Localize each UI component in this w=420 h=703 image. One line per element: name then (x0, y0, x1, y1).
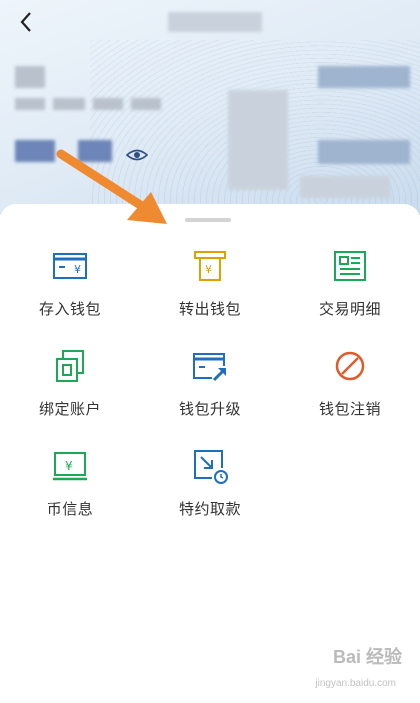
menu-item-label: 币信息 (46, 501, 94, 518)
bind-account-icon (56, 350, 84, 382)
menu-item-transactions[interactable]: 交易明细 (280, 244, 420, 344)
card-number-redacted (93, 98, 123, 110)
menu-item-wallet-cancel[interactable]: 钱包注销 (280, 344, 420, 444)
menu-item-currency-info[interactable]: ¥ 币信息 (0, 444, 140, 544)
menu-item-label: 特约取款 (178, 501, 241, 518)
action-grid: ¥ 存入钱包 ¥ 转出钱包 交易明细 绑定账户 钱包升级 钱包注销 ¥ 币信息 … (0, 244, 420, 544)
menu-item-label: 钱包升级 (178, 401, 241, 418)
withdraw-wallet-icon: ¥ (194, 251, 226, 281)
svg-text:¥: ¥ (65, 459, 73, 473)
card-info-redacted (318, 140, 410, 164)
card-logo-redacted (318, 66, 410, 88)
wallet-cancel-icon (335, 351, 365, 381)
page-title-redacted (168, 12, 262, 32)
menu-item-label: 转出钱包 (178, 301, 241, 318)
wallet-upgrade-icon (193, 353, 226, 382)
deposit-wallet-icon: ¥ (53, 253, 87, 279)
svg-text:¥: ¥ (74, 263, 81, 276)
card-number-redacted (15, 98, 45, 110)
menu-item-deposit[interactable]: ¥ 存入钱包 (0, 244, 140, 344)
card-name-redacted (15, 66, 45, 88)
sheet-drag-handle[interactable] (185, 218, 231, 222)
annotation-arrow-icon (56, 149, 167, 224)
menu-item-withdraw[interactable]: ¥ 转出钱包 (140, 244, 280, 344)
card-info-redacted (300, 176, 390, 198)
card-number-redacted (131, 98, 161, 110)
chevron-left-icon (20, 12, 31, 32)
transaction-details-icon (334, 251, 366, 281)
svg-text:¥: ¥ (205, 263, 212, 276)
currency-info-icon: ¥ (53, 452, 87, 481)
menu-item-bind-account[interactable]: 绑定账户 (0, 344, 140, 444)
card-info-redacted (228, 90, 288, 190)
menu-item-label: 钱包注销 (318, 401, 381, 418)
menu-item-wallet-upgrade[interactable]: 钱包升级 (140, 344, 280, 444)
card-number-redacted (53, 98, 85, 110)
menu-item-label: 存入钱包 (38, 301, 101, 318)
menu-item-label: 绑定账户 (38, 401, 101, 418)
back-button[interactable] (12, 8, 40, 36)
menu-item-special-withdrawal[interactable]: 特约取款 (140, 444, 280, 544)
special-withdrawal-icon (194, 450, 228, 484)
watermark-logo: Bai 经验 (332, 647, 402, 667)
watermark-url: jingyan.baidu.com (315, 678, 396, 689)
wallet-actions-sheet: ¥ 存入钱包 ¥ 转出钱包 交易明细 绑定账户 钱包升级 钱包注销 ¥ 币信息 … (0, 204, 420, 703)
menu-item-label: 交易明细 (318, 301, 381, 318)
balance-redacted (15, 140, 55, 162)
